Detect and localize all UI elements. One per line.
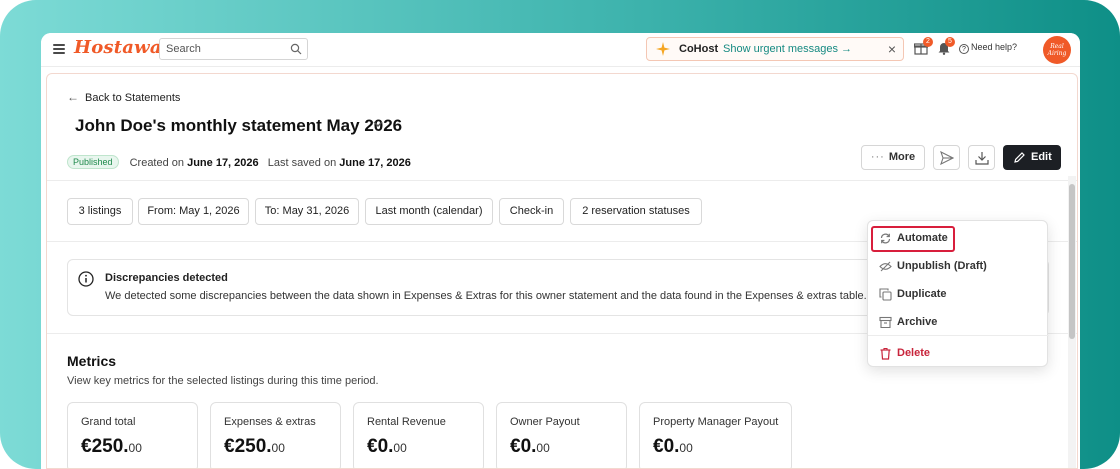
sparkle-icon <box>656 42 670 56</box>
menu-item-label: Duplicate <box>897 288 947 300</box>
show-urgent-messages-link[interactable]: Show urgent messages → <box>723 43 852 55</box>
menu-icon[interactable] <box>53 44 65 54</box>
cohost-name: CoHost <box>679 43 719 55</box>
menu-item-archive[interactable]: Archive <box>868 310 1049 336</box>
need-help-button[interactable]: ? Need help? <box>959 42 1017 54</box>
back-to-statements-link[interactable]: ← Back to Statements <box>67 90 180 104</box>
metric-value: €0.00 <box>510 436 550 457</box>
eye-off-icon <box>879 261 892 272</box>
metric-card-expenses-extras: Expenses & extras €250.00 <box>210 402 341 468</box>
pencil-icon <box>1014 152 1025 163</box>
menu-item-label: Delete <box>897 347 931 359</box>
cohost-banner[interactable]: CoHost Show urgent messages → × <box>646 37 904 61</box>
page-title: John Doe's monthly statement May 2026 <box>75 116 403 135</box>
help-icon: ? <box>959 44 969 54</box>
more-actions-menu: Automate Unpublish (Draft) Duplicate Arc… <box>867 220 1049 367</box>
close-icon[interactable]: × <box>888 41 896 57</box>
alert-message: We detected some discrepancies between t… <box>105 290 867 302</box>
more-button[interactable]: ··· More <box>861 145 925 170</box>
menu-item-duplicate[interactable]: Duplicate <box>868 282 1049 308</box>
info-icon <box>78 271 94 287</box>
search-box[interactable] <box>159 38 308 60</box>
menu-item-unpublish[interactable]: Unpublish (Draft) <box>868 254 1049 280</box>
filter-chip-from[interactable]: From: May 1, 2026 <box>138 198 249 225</box>
statement-meta: Published Created on June 17, 2026 Last … <box>67 155 411 169</box>
filter-chip-to[interactable]: To: May 31, 2026 <box>255 198 359 225</box>
saved-date: June 17, 2026 <box>339 157 411 169</box>
gift-badge: 2 <box>923 37 933 47</box>
menu-item-label: Archive <box>897 316 938 328</box>
hostaway-logo[interactable]: Hostaway <box>74 37 172 58</box>
metric-label: Property Manager Payout <box>653 416 779 428</box>
metric-card-property-manager-payout: Property Manager Payout €0.00 <box>639 402 792 468</box>
download-button[interactable] <box>968 145 995 170</box>
statement-page: ← Back to Statements John Doe's monthly s… <box>46 73 1078 469</box>
chevron-down-icon[interactable] <box>372 118 384 130</box>
metrics-subtitle: View key metrics for the selected listin… <box>67 375 379 387</box>
need-help-label: Need help? <box>971 42 1018 52</box>
metric-value: €250.00 <box>224 436 285 457</box>
bell-badge: 5 <box>945 37 955 47</box>
metric-card-grand-total: Grand total €250.00 <box>67 402 198 468</box>
metric-label: Rental Revenue <box>367 416 446 428</box>
created-label: Created on <box>129 157 185 169</box>
metric-value: €0.00 <box>367 436 407 457</box>
metric-card-owner-payout: Owner Payout €0.00 <box>496 402 627 468</box>
trash-icon <box>880 347 891 360</box>
search-input[interactable] <box>166 43 284 55</box>
status-badge: Published <box>67 155 119 169</box>
app-window: Hostaway CoHost Show urgent messages → ×… <box>41 33 1080 469</box>
metric-value: €250.00 <box>81 436 142 457</box>
scrollbar-thumb[interactable] <box>1069 184 1075 339</box>
archive-icon <box>879 316 892 329</box>
saved-label: Last saved on <box>267 157 337 169</box>
metric-label: Expenses & extras <box>224 416 316 428</box>
alert-title: Discrepancies detected <box>105 272 228 284</box>
menu-divider <box>868 335 1049 336</box>
more-label: More <box>888 151 916 163</box>
refresh-icon <box>880 233 891 244</box>
metric-value: €0.00 <box>653 436 693 457</box>
back-label: Back to Statements <box>85 92 181 104</box>
metrics-title: Metrics <box>67 353 117 369</box>
metric-label: Owner Payout <box>510 416 580 428</box>
search-icon <box>290 43 302 55</box>
arrow-left-icon: ← <box>67 90 79 104</box>
more-dots-icon: ··· <box>870 151 885 163</box>
menu-item-label: Automate <box>897 232 948 244</box>
top-bar: Hostaway CoHost Show urgent messages → ×… <box>41 33 1080 67</box>
copy-icon <box>879 288 892 301</box>
edit-label: Edit <box>1031 151 1052 163</box>
menu-item-label: Unpublish (Draft) <box>897 260 987 272</box>
avatar[interactable]: Real Airing <box>1043 36 1071 64</box>
metric-card-rental-revenue: Rental Revenue €0.00 <box>353 402 484 468</box>
menu-item-delete[interactable]: Delete <box>868 341 1049 367</box>
send-button[interactable] <box>933 145 960 170</box>
menu-item-automate[interactable]: Automate <box>868 226 1049 252</box>
divider <box>47 180 1077 181</box>
filter-chip-checkin[interactable]: Check-in <box>499 198 564 225</box>
created-date: June 17, 2026 <box>187 157 259 169</box>
filter-chip-reservation-statuses[interactable]: 2 reservation statuses <box>570 198 702 225</box>
filter-chip-period[interactable]: Last month (calendar) <box>365 198 493 225</box>
edit-button[interactable]: Edit <box>1003 145 1061 170</box>
send-icon <box>940 151 954 165</box>
filter-chip-listings[interactable]: 3 listings <box>67 198 133 225</box>
download-icon <box>975 152 989 165</box>
metric-label: Grand total <box>81 416 136 428</box>
